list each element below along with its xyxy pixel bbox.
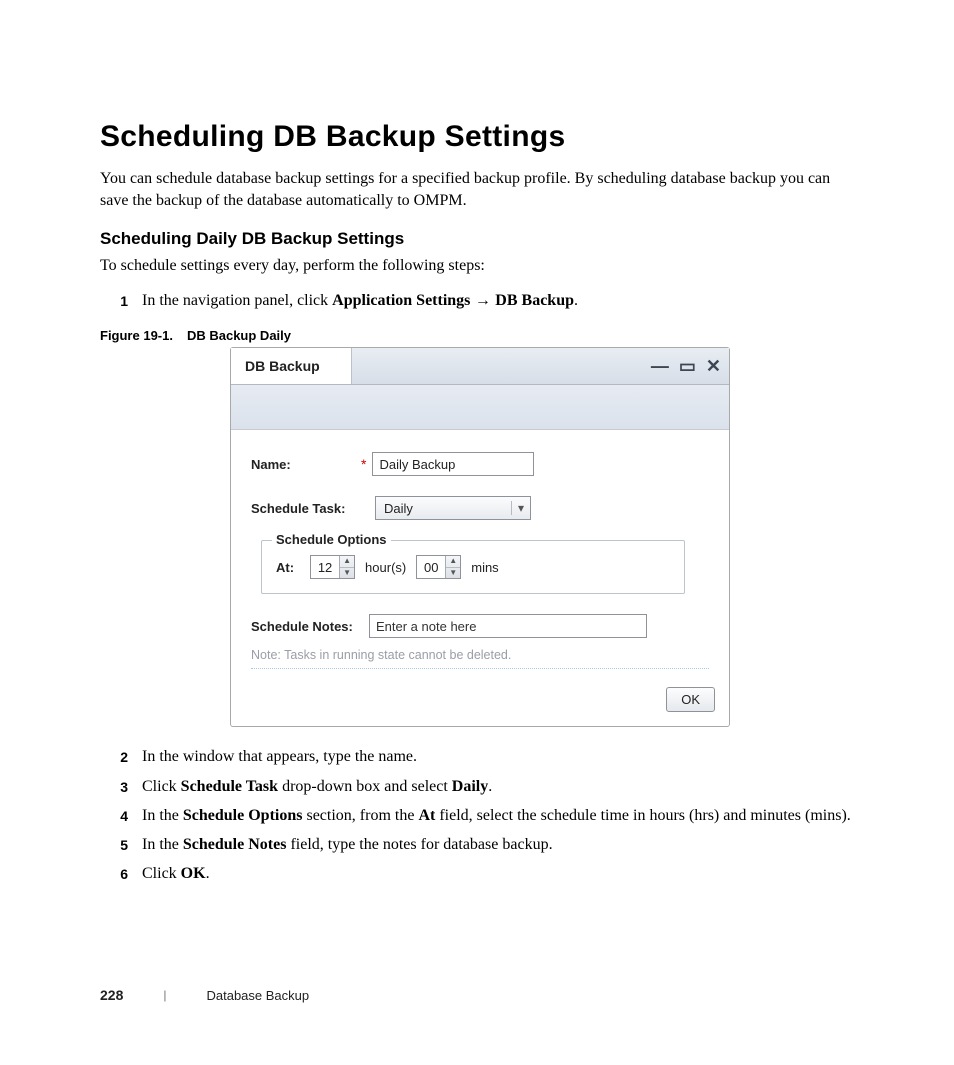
hours-value: 12 — [311, 556, 339, 578]
step-text: field, type the notes for database backu… — [286, 836, 552, 853]
db-backup-dialog: DB Backup — ▭ ✕ Name: * Daily Backup Sch… — [230, 347, 730, 727]
hours-stepper[interactable]: 12 ▲ ▼ — [310, 555, 355, 579]
intro-paragraph: You can schedule database backup setting… — [100, 168, 854, 211]
step-text: In the navigation panel, click — [142, 292, 332, 309]
dialog-footnote: Note: Tasks in running state cannot be d… — [251, 648, 709, 662]
step-2: 2 In the window that appears, type the n… — [100, 745, 854, 768]
at-row: At: 12 ▲ ▼ hour(s) 00 ▲ — [276, 555, 670, 579]
spinner-down-icon[interactable]: ▼ — [340, 567, 354, 579]
spinner-up-icon[interactable]: ▲ — [340, 556, 354, 567]
name-input[interactable]: Daily Backup — [372, 452, 534, 476]
figure-caption: Figure 19-1. DB Backup Daily — [100, 328, 854, 343]
ui-term: Schedule Task — [181, 778, 278, 795]
ui-term: OK — [181, 865, 206, 882]
close-icon[interactable]: ✕ — [706, 357, 721, 375]
step-text: field, select the schedule time in hours… — [435, 807, 850, 824]
schedule-notes-label: Schedule Notes: — [251, 619, 369, 634]
spinner-down-icon[interactable]: ▼ — [446, 567, 460, 579]
schedule-options-fieldset: Schedule Options At: 12 ▲ ▼ hour(s) — [261, 540, 685, 594]
schedule-notes-input[interactable]: Enter a note here — [369, 614, 647, 638]
dialog-title: DB Backup — [231, 348, 352, 384]
dialog-titlebar: DB Backup — ▭ ✕ — [231, 348, 729, 385]
step-1: 1 In the navigation panel, click Applica… — [100, 289, 854, 312]
dialog-footer: OK — [231, 675, 729, 726]
step-5: 5 In the Schedule Notes field, type the … — [100, 833, 854, 856]
schedule-task-row: Schedule Task: Daily ▾ — [251, 496, 709, 520]
ui-term: At — [418, 807, 435, 824]
step-3: 3 Click Schedule Task drop-down box and … — [100, 775, 854, 798]
step-text: In the window that appears, type the nam… — [142, 745, 854, 768]
step-text: drop-down box and select — [278, 778, 452, 795]
step-number: 6 — [100, 862, 142, 884]
hours-unit: hour(s) — [365, 560, 406, 575]
lead-paragraph: To schedule settings every day, perform … — [100, 257, 854, 275]
window-controls: — ▭ ✕ — [352, 348, 729, 384]
step-number: 3 — [100, 775, 142, 797]
schedule-task-select[interactable]: Daily ▾ — [375, 496, 531, 520]
schedule-notes-row: Schedule Notes: Enter a note here — [251, 614, 709, 638]
step-text: . — [206, 865, 210, 882]
schedule-task-label: Schedule Task: — [251, 501, 361, 516]
name-label: Name: — [251, 457, 361, 472]
required-asterisk-icon: * — [361, 456, 366, 472]
ok-button[interactable]: OK — [666, 687, 715, 712]
footer-section: Database Backup — [206, 988, 309, 1003]
name-row: Name: * Daily Backup — [251, 452, 709, 476]
step-4: 4 In the Schedule Options section, from … — [100, 804, 854, 827]
minutes-value: 00 — [417, 556, 445, 578]
page-number: 228 — [100, 987, 123, 1003]
page-title: Scheduling DB Backup Settings — [100, 120, 854, 154]
subheading: Scheduling Daily DB Backup Settings — [100, 229, 854, 249]
minimize-icon[interactable]: — — [651, 357, 669, 375]
ui-term: Daily — [452, 778, 488, 795]
footer-separator: | — [163, 988, 166, 1002]
figure-id: Figure 19-1. — [100, 328, 173, 343]
minutes-stepper[interactable]: 00 ▲ ▼ — [416, 555, 461, 579]
step-number: 5 — [100, 833, 142, 855]
chevron-down-icon: ▾ — [511, 501, 530, 515]
spinner-up-icon[interactable]: ▲ — [446, 556, 460, 567]
figure-image: DB Backup — ▭ ✕ Name: * Daily Backup Sch… — [230, 347, 730, 727]
step-text: . — [574, 292, 578, 309]
minutes-unit: mins — [471, 560, 498, 575]
ui-term: Schedule Options — [183, 807, 303, 824]
step-text: Click — [142, 778, 181, 795]
step-number: 4 — [100, 804, 142, 826]
maximize-icon[interactable]: ▭ — [679, 357, 696, 375]
schedule-task-value: Daily — [376, 501, 511, 516]
step-6: 6 Click OK. — [100, 862, 854, 885]
step-text: section, from the — [302, 807, 418, 824]
step-number: 2 — [100, 745, 142, 767]
schedule-options-legend: Schedule Options — [272, 532, 391, 547]
step-text: . — [488, 778, 492, 795]
step-number: 1 — [100, 289, 142, 311]
step-text: In the — [142, 807, 183, 824]
figure-title: DB Backup Daily — [187, 328, 291, 343]
ui-term: Schedule Notes — [183, 836, 287, 853]
dialog-body: Name: * Daily Backup Schedule Task: Dail… — [231, 430, 729, 675]
nav-path-part: DB Backup — [495, 292, 574, 309]
at-label: At: — [276, 560, 294, 575]
document-page: Scheduling DB Backup Settings You can sc… — [0, 0, 954, 1065]
arrow-icon: → — [470, 292, 495, 309]
dialog-ribbon — [231, 385, 729, 430]
steps-list-bottom: 2 In the window that appears, type the n… — [100, 745, 854, 885]
step-text: In the — [142, 836, 183, 853]
steps-list-top: 1 In the navigation panel, click Applica… — [100, 289, 854, 312]
divider — [251, 668, 709, 669]
nav-path-part: Application Settings — [332, 292, 470, 309]
step-text: Click — [142, 865, 181, 882]
page-footer: 228 | Database Backup — [100, 987, 309, 1003]
